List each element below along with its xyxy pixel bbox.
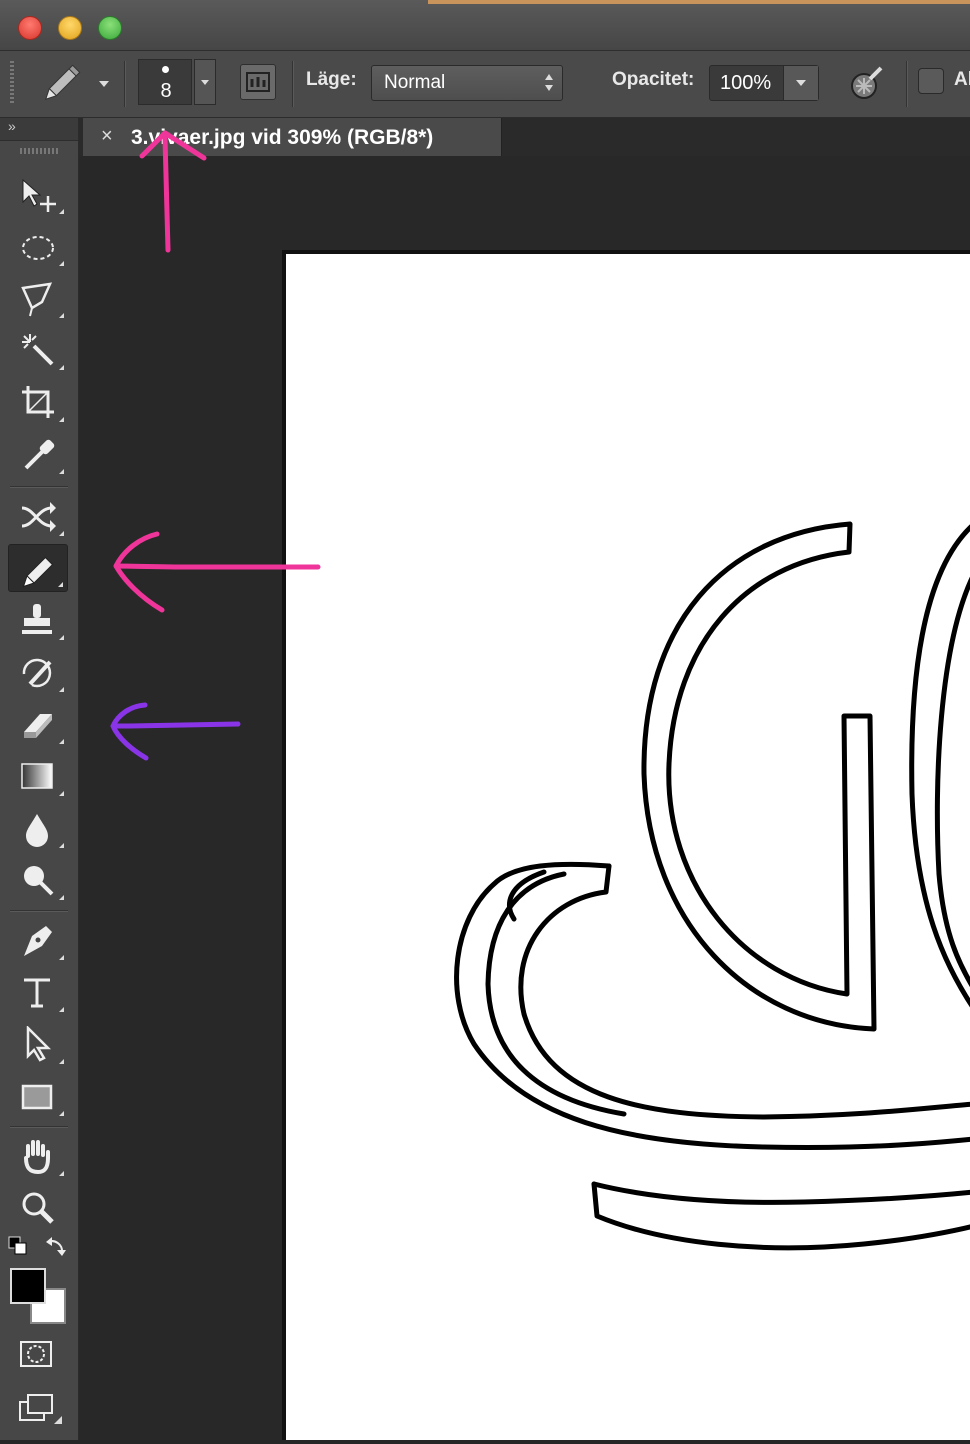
tools-panel-grip[interactable] bbox=[20, 148, 58, 154]
brush-tip-icon bbox=[162, 66, 169, 73]
opacity-dropdown[interactable] bbox=[783, 66, 818, 100]
divider bbox=[10, 910, 68, 911]
pencil-tool[interactable] bbox=[8, 544, 68, 592]
drawing-artwork bbox=[454, 521, 970, 1251]
tool-group-indicator bbox=[54, 469, 64, 474]
collapse-panel-icon[interactable]: » bbox=[8, 118, 16, 134]
content-aware-move-tool[interactable] bbox=[8, 492, 68, 540]
rectangle-tool[interactable] bbox=[8, 1072, 68, 1120]
quick-mask-icon bbox=[20, 1341, 52, 1367]
polygonal-lasso-tool[interactable] bbox=[8, 274, 68, 322]
minimize-window-button[interactable] bbox=[58, 16, 82, 40]
tablet-pressure-icon bbox=[851, 66, 883, 99]
pressure-opacity-button[interactable] bbox=[848, 65, 884, 101]
tool-group-indicator bbox=[54, 1171, 64, 1176]
tools-panel-header[interactable]: » bbox=[0, 118, 78, 141]
tool-group-indicator bbox=[54, 417, 64, 422]
divider bbox=[292, 61, 293, 107]
hand-tool[interactable] bbox=[8, 1132, 68, 1180]
tool-group-indicator bbox=[54, 261, 64, 266]
blend-mode-value: Normal bbox=[384, 72, 446, 93]
close-window-button[interactable] bbox=[18, 16, 42, 40]
screen-mode-icon bbox=[19, 1394, 62, 1424]
eraser-tool[interactable] bbox=[8, 700, 68, 748]
tool-group-indicator bbox=[54, 687, 64, 692]
crop-tool[interactable] bbox=[8, 378, 68, 426]
foreground-color-swatch[interactable] bbox=[10, 1268, 46, 1304]
brush-panel-icon bbox=[246, 72, 270, 92]
path-selection-tool[interactable] bbox=[8, 1020, 68, 1068]
divider bbox=[906, 61, 907, 107]
dodge-tool[interactable] bbox=[8, 856, 68, 904]
pencil-icon bbox=[44, 64, 109, 101]
document-tab-title: 3.vivaer.jpg vid 309% (RGB/8*) bbox=[131, 126, 434, 149]
brush-size-picker[interactable]: 8 bbox=[138, 59, 192, 105]
document-canvas[interactable] bbox=[282, 250, 970, 1440]
zoom-tool[interactable] bbox=[8, 1184, 68, 1232]
divider bbox=[10, 486, 68, 487]
divider bbox=[10, 1126, 68, 1127]
brush-picker-dropdown[interactable] bbox=[194, 59, 216, 105]
options-bar-grip[interactable] bbox=[10, 61, 14, 105]
screen-mode-button[interactable] bbox=[18, 1392, 68, 1426]
tool-group-indicator bbox=[54, 739, 64, 744]
tool-group-indicator bbox=[54, 895, 64, 900]
options-bar: 8 Läge: Normal Opacitet: 100% Al bbox=[0, 51, 970, 118]
history-brush-tool[interactable] bbox=[8, 648, 68, 696]
tool-group-indicator bbox=[54, 955, 64, 960]
blur-tool[interactable] bbox=[8, 804, 68, 852]
tool-group-indicator bbox=[54, 791, 64, 796]
type-tool[interactable] bbox=[8, 968, 68, 1016]
opacity-value: 100% bbox=[720, 72, 772, 94]
tool-group-indicator bbox=[54, 1007, 64, 1012]
swap-colors-icon[interactable] bbox=[44, 1234, 68, 1258]
tools-panel: » bbox=[0, 118, 79, 1440]
quick-mask-button[interactable] bbox=[20, 1340, 54, 1370]
opacity-label: Opacitet: bbox=[612, 69, 695, 90]
tool-group-indicator bbox=[54, 1111, 64, 1116]
magic-wand-tool[interactable] bbox=[8, 326, 68, 374]
tool-preset-picker[interactable] bbox=[40, 61, 118, 105]
tool-group-indicator bbox=[54, 209, 64, 214]
tool-group-indicator bbox=[54, 843, 64, 848]
zoom-icon bbox=[22, 1192, 54, 1224]
select-arrows-icon bbox=[544, 73, 554, 93]
zoom-window-button[interactable] bbox=[98, 16, 122, 40]
elliptical-marquee-tool[interactable] bbox=[8, 222, 68, 270]
mode-label: Läge: bbox=[306, 69, 357, 90]
opacity-field[interactable]: 100% bbox=[709, 65, 819, 101]
document-tab[interactable]: × 3.vivaer.jpg vid 309% (RGB/8*) bbox=[83, 118, 502, 156]
default-colors-icon[interactable] bbox=[8, 1236, 28, 1256]
tool-group-indicator bbox=[53, 582, 63, 587]
tool-group-indicator bbox=[54, 365, 64, 370]
eyedropper-tool[interactable] bbox=[8, 430, 68, 478]
move-tool[interactable] bbox=[8, 170, 68, 218]
option-checkbox[interactable] bbox=[918, 68, 944, 94]
brush-panel-button[interactable] bbox=[240, 64, 276, 100]
close-tab-icon[interactable]: × bbox=[101, 125, 113, 148]
divider bbox=[124, 61, 125, 107]
tool-group-indicator bbox=[54, 313, 64, 318]
truncated-option-label: Al bbox=[954, 69, 970, 90]
pen-tool[interactable] bbox=[8, 916, 68, 964]
brush-size-value: 8 bbox=[160, 80, 172, 102]
gradient-tool[interactable] bbox=[8, 752, 68, 800]
tool-group-indicator bbox=[54, 531, 64, 536]
blend-mode-select[interactable]: Normal bbox=[371, 65, 563, 101]
document-tab-bar: × 3.vivaer.jpg vid 309% (RGB/8*) bbox=[79, 118, 970, 156]
tool-group-indicator bbox=[54, 635, 64, 640]
title-bar-accent bbox=[428, 0, 970, 4]
clone-stamp-tool[interactable] bbox=[8, 596, 68, 644]
chevron-down-icon bbox=[99, 81, 109, 87]
title-bar bbox=[0, 0, 970, 51]
tool-group-indicator bbox=[54, 1059, 64, 1064]
